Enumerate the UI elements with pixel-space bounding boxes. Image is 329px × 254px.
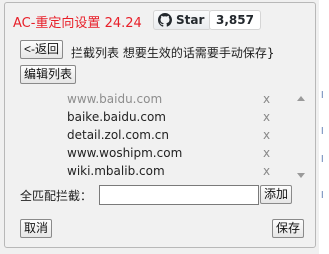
blocked-host-list[interactable]: www.baidu.com x baike.baidu.com x detail… (67, 91, 307, 183)
edit-list-button[interactable]: 编辑列表 (20, 65, 77, 84)
github-star-count[interactable]: 3,857 (209, 10, 261, 30)
add-button[interactable]: 添加 (260, 185, 293, 204)
back-button[interactable]: <-返回 (20, 40, 64, 59)
background-text-fragment: l (321, 155, 324, 165)
full-match-label: 全匹配拦截： (20, 189, 93, 203)
background-text-fragment: l (321, 127, 324, 137)
list-item: wiki.mbalib.com x (67, 164, 287, 182)
host-name: detail.zol.com.cn (67, 128, 169, 142)
list-item: www.woshipm.com x (67, 146, 287, 164)
host-name: baike.baidu.com (67, 110, 166, 124)
page-background: l l l l (319, 0, 329, 254)
remove-host-button[interactable]: x (263, 128, 270, 142)
save-button[interactable]: 保存 (272, 219, 305, 238)
list-scrollbar[interactable] (295, 91, 307, 183)
background-text-fragment: l (321, 191, 324, 201)
remove-host-button[interactable]: x (263, 110, 270, 124)
panel-title: AC-重定向设置 24.24 (13, 16, 142, 31)
title-row: AC-重定向设置 24.24 Star 3,857 (5, 9, 315, 31)
list-item: www.baidu.com x (67, 92, 287, 110)
host-name: wiki.mbalib.com (67, 164, 165, 178)
remove-host-button[interactable]: x (263, 164, 270, 178)
background-text-fragment: l (321, 91, 324, 101)
host-name: www.baidu.com (67, 92, 163, 106)
github-star-button[interactable]: Star (153, 10, 212, 30)
scroll-up-arrow-icon[interactable] (297, 96, 305, 101)
remove-host-button[interactable]: x (263, 92, 270, 106)
github-icon (158, 13, 172, 27)
remove-host-button[interactable]: x (263, 146, 270, 160)
scroll-down-arrow-icon[interactable] (297, 173, 305, 178)
host-name: www.woshipm.com (67, 146, 183, 160)
cancel-button[interactable]: 取消 (20, 219, 53, 238)
instruction-text: 拦截列表 想要生效的话需要手动保存} (71, 46, 275, 60)
list-item: baike.baidu.com x (67, 110, 287, 128)
full-match-input[interactable] (99, 185, 259, 205)
github-star-label: Star (176, 13, 205, 27)
redirect-settings-panel: AC-重定向设置 24.24 Star 3,857 <-返回 拦截列表 想要生效… (4, 2, 316, 248)
list-item: detail.zol.com.cn x (67, 128, 287, 146)
